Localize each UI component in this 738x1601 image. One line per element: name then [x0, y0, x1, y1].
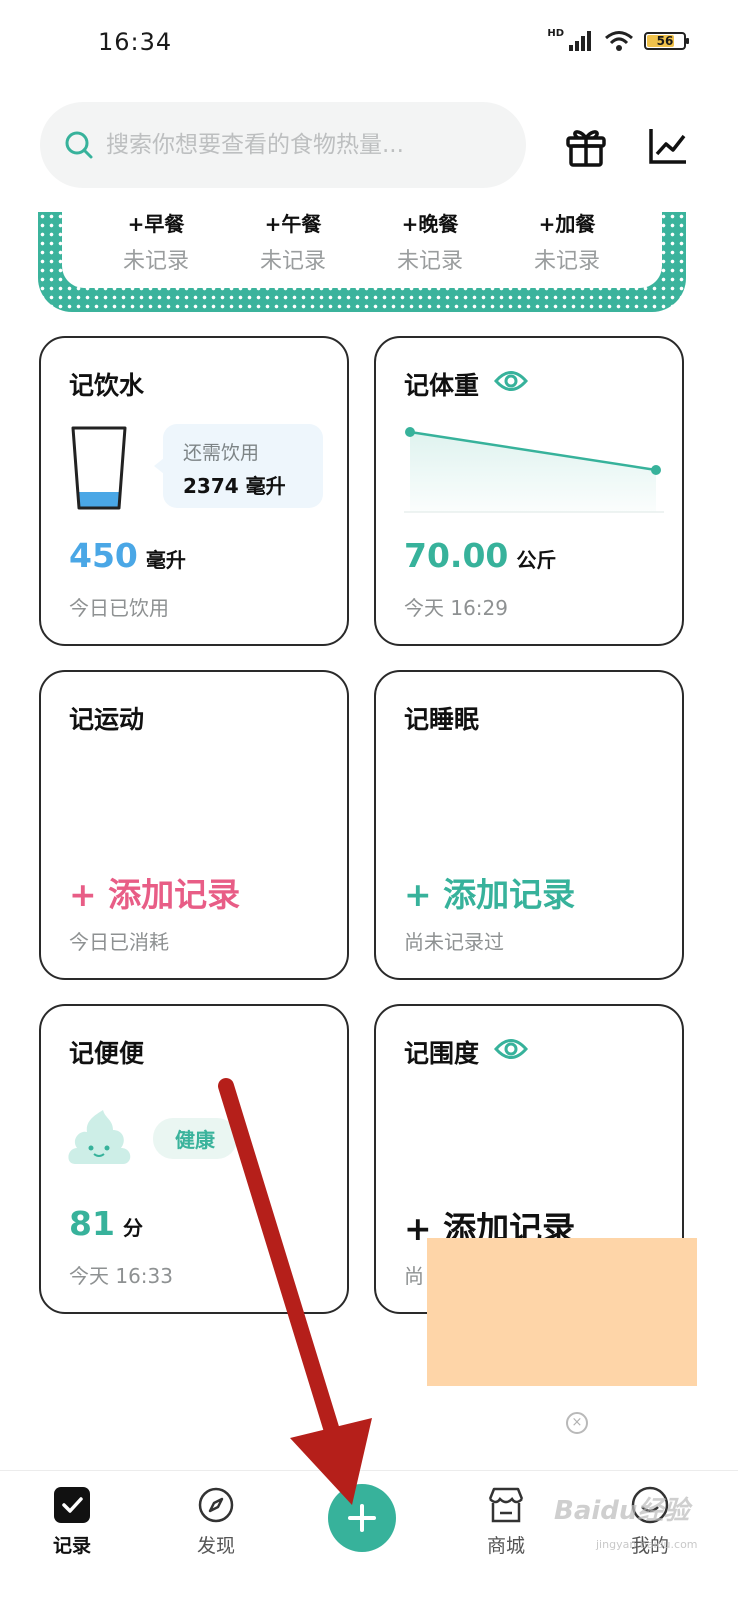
status-icons: HD 56: [547, 28, 689, 52]
meal-name: +早餐: [127, 212, 185, 236]
stool-score-row: 81 分: [69, 1204, 143, 1243]
weight-trend-chart: [404, 427, 664, 513]
water-card[interactable]: 记饮水 还需饮用 2374 毫升 450 毫升 今日已饮用: [39, 336, 349, 646]
weight-value-row: 70.00 公斤: [404, 536, 556, 575]
tab-record[interactable]: 记录: [22, 1485, 122, 1558]
meal-status: 未记录: [259, 249, 326, 274]
meal-name: +晚餐: [401, 212, 459, 236]
card-title: 记饮水: [69, 371, 145, 400]
add-button[interactable]: [328, 1484, 396, 1552]
floating-ad[interactable]: [427, 1238, 697, 1386]
meal-snack[interactable]: +加餐 未记录: [507, 208, 627, 275]
eye-icon[interactable]: [494, 368, 528, 394]
meal-status: 未记录: [396, 249, 463, 274]
signal-icon: [569, 31, 591, 51]
tab-discover[interactable]: 发现: [166, 1485, 266, 1558]
watermark: Baidu经验: [554, 1496, 690, 1526]
health-badge: 健康: [153, 1118, 237, 1159]
store-icon: [488, 1487, 524, 1523]
girth-caption: 尚: [404, 1264, 424, 1288]
sleep-card[interactable]: 记睡眠 + 添加记录 尚未记录过: [374, 670, 684, 980]
card-title: 记围度: [404, 1039, 480, 1068]
stool-card[interactable]: 记便便 健康 81 分 今天 16:33: [39, 1004, 349, 1314]
card-title: 记睡眠: [404, 705, 480, 734]
gift-icon[interactable]: [564, 124, 608, 168]
water-glass-icon: [71, 426, 127, 510]
tab-label: 商城: [486, 1535, 525, 1557]
water-remaining-bubble: 还需饮用 2374 毫升: [154, 424, 323, 508]
add-record-link[interactable]: + 添加记录: [69, 868, 240, 916]
weight-card[interactable]: 记体重 70.00 公斤 今天 16:29: [374, 336, 684, 646]
wifi-icon: [605, 31, 633, 51]
meal-status: 未记录: [122, 249, 189, 274]
close-icon[interactable]: ×: [566, 1412, 588, 1434]
weight-unit: 公斤: [516, 548, 557, 572]
poop-mascot-icon: [68, 1110, 131, 1164]
card-title: 记体重: [404, 371, 480, 400]
tab-store[interactable]: 商城: [456, 1485, 556, 1558]
weight-value: 70.00: [404, 536, 509, 575]
trend-chart-icon[interactable]: [648, 126, 688, 166]
record-check-icon: [54, 1487, 90, 1523]
exercise-caption: 今日已消耗: [69, 930, 169, 954]
water-unit: 毫升: [145, 548, 186, 572]
battery-level: 56: [656, 34, 674, 48]
weight-caption: 今天 16:29: [404, 596, 508, 620]
status-time: 16:34: [98, 28, 173, 56]
tab-label: 记录: [52, 1535, 91, 1557]
sleep-caption: 尚未记录过: [404, 930, 504, 954]
meal-status: 未记录: [533, 249, 600, 274]
battery-icon: 56: [644, 32, 689, 50]
stool-score: 81: [69, 1204, 115, 1243]
meal-name: +午餐: [264, 212, 322, 236]
search-icon: [65, 131, 93, 159]
stool-caption: 今天 16:33: [69, 1264, 173, 1288]
meal-name: +加餐: [538, 212, 596, 236]
tab-label: 发现: [196, 1535, 235, 1557]
network-label: HD: [547, 28, 564, 39]
plus-icon: [348, 1504, 376, 1532]
search-input[interactable]: [104, 131, 488, 159]
search-bar[interactable]: [40, 102, 526, 188]
water-amount-row: 450 毫升: [69, 536, 186, 575]
water-caption: 今日已饮用: [69, 596, 169, 620]
compass-icon: [198, 1487, 234, 1523]
meal-dinner[interactable]: +晚餐 未记录: [370, 208, 490, 275]
card-title: 记便便: [69, 1039, 145, 1068]
meal-breakfast[interactable]: +早餐 未记录: [96, 208, 216, 275]
watermark-url: jingyan.baidu.com: [596, 1538, 698, 1551]
remaining-value: 2374 毫升: [183, 474, 286, 498]
remaining-label: 还需饮用: [183, 442, 260, 464]
stool-unit: 分: [122, 1216, 143, 1240]
card-title: 记运动: [69, 705, 145, 734]
exercise-card[interactable]: 记运动 + 添加记录 今日已消耗: [39, 670, 349, 980]
eye-icon[interactable]: [494, 1036, 528, 1062]
add-record-link[interactable]: + 添加记录: [404, 868, 575, 916]
meal-lunch[interactable]: +午餐 未记录: [233, 208, 353, 275]
water-amount: 450: [69, 536, 138, 575]
